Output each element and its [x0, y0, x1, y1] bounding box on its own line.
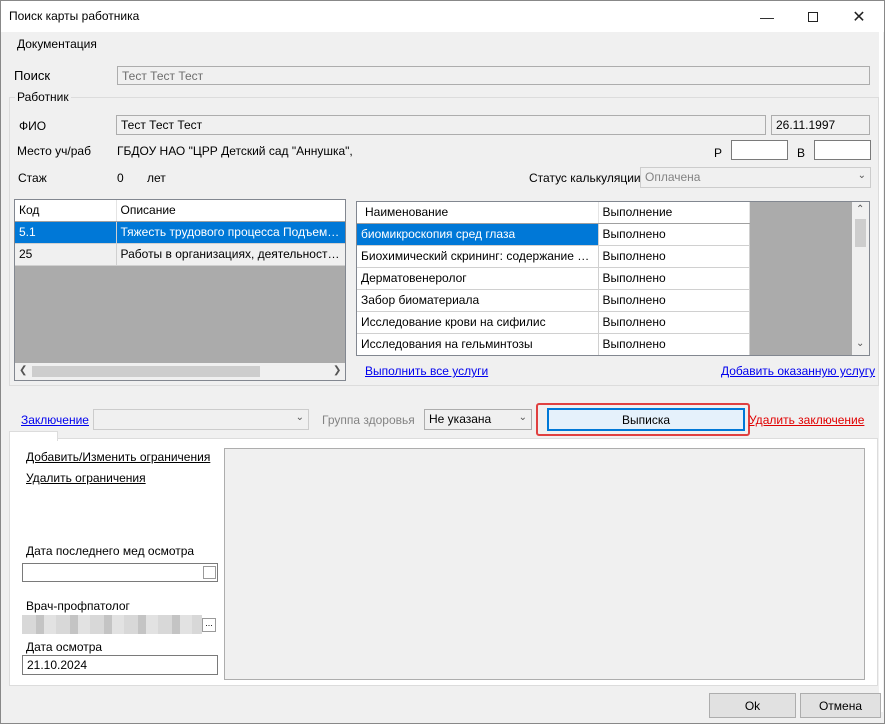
chevron-down-icon: ⌄: [518, 412, 527, 423]
factor-code: 25: [15, 243, 117, 266]
factor-code: 5.1: [15, 221, 117, 244]
chevron-down-icon: ⌄: [295, 412, 304, 423]
conclusion-text-area[interactable]: [224, 448, 865, 680]
menu-bar: Документация: [1, 32, 884, 56]
service-status: Выполнено: [598, 289, 750, 312]
table-row[interactable]: Исследование крови на сифилис Выполнено: [357, 311, 750, 334]
birth-date-field[interactable]: 26.11.1997: [771, 115, 870, 135]
service-status: Выполнено: [598, 245, 750, 268]
table-row[interactable]: Исследования на гельминтозы Выполнено: [357, 333, 750, 355]
cancel-button[interactable]: Отмена: [800, 693, 881, 718]
factors-horizontal-scrollbar[interactable]: ❮ ❯: [15, 363, 345, 380]
services-header-status[interactable]: Выполнение: [598, 202, 750, 224]
exam-date-field[interactable]: 21.10.2024: [22, 655, 218, 675]
workplace-label: Место уч/раб: [17, 144, 91, 158]
fio-label: ФИО: [19, 119, 47, 133]
window-right-edge: [879, 32, 883, 712]
table-row[interactable]: Забор биоматериала Выполнено: [357, 289, 750, 312]
calc-status-select[interactable]: Оплачена ⌄: [640, 167, 871, 188]
minimize-button[interactable]: —: [744, 1, 790, 32]
experience-unit: лет: [147, 171, 166, 185]
search-label: Поиск: [14, 68, 51, 83]
experience-label: Стаж: [18, 171, 47, 185]
table-row[interactable]: 25 Работы в организациях, деятельность к…: [15, 243, 345, 266]
service-name: Исследования на гельминтозы: [357, 333, 599, 355]
scroll-thumb[interactable]: [32, 366, 260, 377]
service-status: Выполнено: [598, 267, 750, 290]
calc-status-label: Статус калькуляции: [529, 171, 641, 185]
p-label: Р: [714, 146, 723, 160]
health-group-value: Не указана: [429, 412, 492, 426]
ok-button[interactable]: Ok: [709, 693, 796, 718]
menu-documentation[interactable]: Документация: [17, 37, 97, 51]
chevron-down-icon[interactable]: ⌄: [856, 338, 864, 349]
maximize-button[interactable]: [790, 1, 836, 32]
add-service-link[interactable]: Добавить оказанную услугу: [721, 364, 875, 378]
service-name: Биохимический скрининг: содержание в сыв…: [357, 245, 599, 268]
worker-group-label: Работник: [15, 90, 71, 104]
health-group-label: Группа здоровья: [322, 413, 415, 427]
complete-all-services-link[interactable]: Выполнить все услуги: [365, 364, 488, 378]
p-field[interactable]: [731, 140, 788, 160]
window-title: Поиск карты работника: [9, 9, 140, 23]
exam-date-label: Дата осмотра: [26, 640, 103, 654]
doctor-label: Врач-профпатолог: [26, 599, 130, 613]
factors-header-description[interactable]: Описание: [116, 200, 345, 222]
extract-button[interactable]: Выписка: [547, 408, 745, 431]
maximize-icon: [808, 11, 818, 22]
service-name: Дерматовенеролог: [357, 267, 599, 290]
factors-grid[interactable]: Код Описание 5.1 Тяжесть трудового проце…: [14, 199, 346, 381]
close-button[interactable]: ✕: [836, 1, 882, 32]
delete-restrictions-link[interactable]: Удалить ограничения: [26, 471, 146, 485]
service-name: Забор биоматериала: [357, 289, 599, 312]
close-icon: ✕: [852, 8, 866, 26]
delete-conclusion-link[interactable]: Удалить заключение: [749, 413, 864, 427]
last-exam-label: Дата последнего мед осмотра: [26, 544, 195, 558]
title-bar: Поиск карты работника — ✕: [1, 1, 884, 32]
calendar-icon[interactable]: [203, 566, 216, 579]
health-group-select[interactable]: Не указана ⌄: [424, 409, 532, 430]
v-field[interactable]: [814, 140, 871, 160]
chevron-up-icon[interactable]: ⌃: [856, 204, 864, 215]
calc-status-value: Оплачена: [645, 170, 701, 184]
factor-description: Работы в организациях, деятельность кото…: [116, 243, 345, 266]
chevron-down-icon: ⌄: [857, 170, 866, 181]
table-row[interactable]: Биохимический скрининг: содержание в сыв…: [357, 245, 750, 268]
chevron-left-icon[interactable]: ❮: [19, 365, 27, 376]
service-status: Выполнено: [598, 223, 750, 246]
factor-description: Тяжесть трудового процесса Подъем, перем…: [116, 221, 345, 244]
scroll-thumb[interactable]: [855, 219, 866, 247]
minimize-icon: —: [760, 8, 774, 25]
service-name: биомикроскопия сред глаза: [357, 223, 599, 246]
worker-card-search-window: Поиск карты работника — ✕ Документация П…: [0, 0, 885, 724]
experience-value: 0: [117, 171, 124, 185]
workplace-value: ГБДОУ НАО "ЦРР Детский сад "Аннушка",: [117, 144, 353, 158]
table-row[interactable]: биомикроскопия сред глаза Выполнено: [357, 223, 750, 246]
search-input[interactable]: Тест Тест Тест: [117, 66, 870, 85]
conclusion-link[interactable]: Заключение: [21, 413, 89, 427]
ellipsis-icon[interactable]: ...: [202, 618, 216, 632]
factors-header-code[interactable]: Код: [15, 200, 117, 222]
table-row[interactable]: 5.1 Тяжесть трудового процесса Подъем, п…: [15, 221, 345, 244]
services-vertical-scrollbar[interactable]: ⌃ ⌄: [852, 202, 869, 355]
service-status: Выполнено: [598, 311, 750, 334]
services-grid[interactable]: Наименование Выполнение биомикроскопия с…: [356, 201, 870, 356]
conclusion-select[interactable]: ⌄: [93, 409, 309, 430]
service-name: Исследование крови на сифилис: [357, 311, 599, 334]
fio-field[interactable]: Тест Тест Тест: [116, 115, 766, 135]
service-status: Выполнено: [598, 333, 750, 355]
v-label: В: [797, 146, 806, 160]
doctor-field[interactable]: [22, 615, 202, 634]
chevron-right-icon[interactable]: ❯: [333, 365, 341, 376]
tab-conclusion[interactable]: [9, 431, 58, 441]
services-header-name[interactable]: Наименование: [357, 202, 599, 224]
table-row[interactable]: Дерматовенеролог Выполнено: [357, 267, 750, 290]
add-edit-restrictions-link[interactable]: Добавить/Изменить ограничения: [26, 450, 210, 464]
last-exam-field[interactable]: [22, 563, 218, 582]
